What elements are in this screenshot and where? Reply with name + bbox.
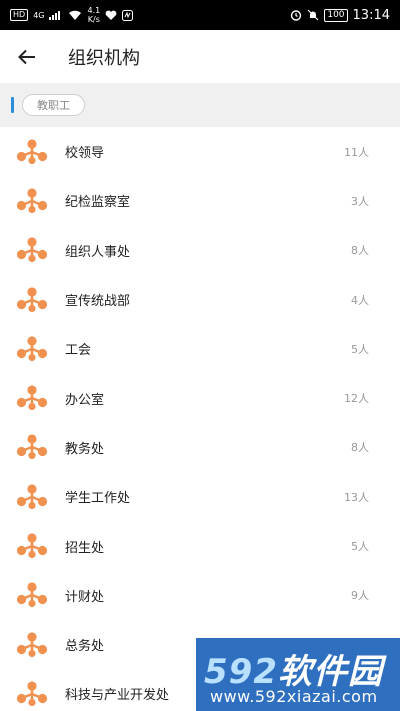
- org-unit-name: 招生处: [65, 540, 105, 556]
- org-unit-count: 8人: [351, 441, 369, 455]
- org-unit-name: 校领导: [65, 146, 105, 162]
- org-tree-icon: [16, 385, 48, 411]
- org-unit-row[interactable]: 学生工作处 13人: [0, 472, 400, 521]
- org-tree-icon: [16, 582, 48, 608]
- org-unit-row[interactable]: 办公室 12人: [0, 373, 400, 422]
- org-unit-name: 宣传统战部: [65, 294, 131, 310]
- org-tree-icon: [16, 484, 48, 509]
- speed-unit: K/s: [87, 15, 100, 24]
- org-tree-icon: [16, 681, 48, 707]
- org-unit-count: 5人: [351, 342, 369, 356]
- org-tree-icon: [16, 237, 48, 263]
- wifi-icon: [69, 10, 82, 20]
- org-unit-count: 11人: [344, 145, 369, 159]
- mute-bell-icon: [307, 9, 319, 21]
- breadcrumb-item-faculty[interactable]: 教职工: [22, 94, 85, 116]
- org-unit-name: 学生工作处: [65, 491, 131, 507]
- org-tree-icon: [16, 188, 48, 214]
- org-tree-icon: [16, 632, 48, 657]
- signal-icon: [49, 11, 61, 20]
- app-header: 组织机构: [0, 30, 400, 83]
- org-unit-row[interactable]: 招生处 5人: [0, 521, 400, 570]
- status-bar: HD 4G 4.1 K/s 100 13:14: [0, 0, 400, 30]
- breadcrumb-accent-bar: [11, 97, 14, 113]
- org-unit-count: 13人: [344, 490, 369, 504]
- org-unit-row[interactable]: 计财处 9人: [0, 571, 400, 620]
- org-unit-count: 4人: [351, 293, 369, 307]
- org-unit-name: 教务处: [65, 441, 105, 457]
- org-unit-name: 组织人事处: [65, 244, 131, 260]
- watermark-logo: 592软件园 www.592xiazai.com: [196, 638, 400, 711]
- org-unit-name: 工会: [65, 343, 92, 359]
- watermark-brand-number: 592: [204, 652, 278, 692]
- watermark-url: www.592xiazai.com: [210, 687, 378, 706]
- org-unit-name: 计财处: [65, 589, 105, 605]
- battery-level: 100: [324, 8, 348, 22]
- org-unit-name: 纪检监察室: [65, 195, 131, 211]
- org-tree-icon: [16, 139, 48, 164]
- org-tree-icon: [16, 336, 48, 361]
- arrow-left-icon: [18, 49, 35, 64]
- org-unit-row[interactable]: 工会 5人: [0, 324, 400, 373]
- org-unit-count: 9人: [351, 589, 369, 603]
- back-button[interactable]: [0, 30, 54, 83]
- clock: 13:14: [352, 7, 390, 23]
- status-right: 100 13:14: [290, 8, 390, 23]
- heart-icon: [105, 10, 117, 20]
- org-tree-icon: [16, 434, 48, 460]
- org-unit-count: 5人: [351, 540, 369, 554]
- status-left: HD 4G 4.1 K/s: [10, 6, 134, 24]
- org-unit-count: 12人: [344, 392, 369, 406]
- org-unit-row[interactable]: 校领导 11人: [0, 127, 400, 176]
- nfc-icon: [122, 9, 134, 21]
- watermark-brand-text: 软件园: [277, 652, 383, 692]
- network-type: 4G: [33, 10, 45, 20]
- org-unit-row[interactable]: 纪检监察室 3人: [0, 176, 400, 225]
- watermark-brand: 592软件园: [204, 644, 383, 693]
- hd-badge: HD: [10, 9, 29, 21]
- org-tree-icon: [16, 533, 48, 559]
- org-unit-row[interactable]: 组织人事处 8人: [0, 226, 400, 275]
- speed-value: 4.1: [87, 6, 101, 15]
- org-unit-row[interactable]: 宣传统战部 4人: [0, 275, 400, 324]
- network-speed: 4.1 K/s: [87, 6, 100, 24]
- org-unit-list: 校领导 11人 纪检监察室 3人 组织人事处 8人 宣传统战部 4人 工会 5人…: [0, 127, 400, 711]
- org-tree-icon: [16, 286, 48, 312]
- org-unit-count: 3人: [351, 194, 369, 208]
- page-title: 组织机构: [68, 47, 140, 69]
- breadcrumb: 教职工: [0, 83, 400, 127]
- org-unit-count: 8人: [351, 244, 369, 258]
- org-unit-row[interactable]: 教务处 8人: [0, 423, 400, 472]
- org-unit-name: 办公室: [65, 392, 105, 408]
- alarm-icon: [291, 10, 302, 21]
